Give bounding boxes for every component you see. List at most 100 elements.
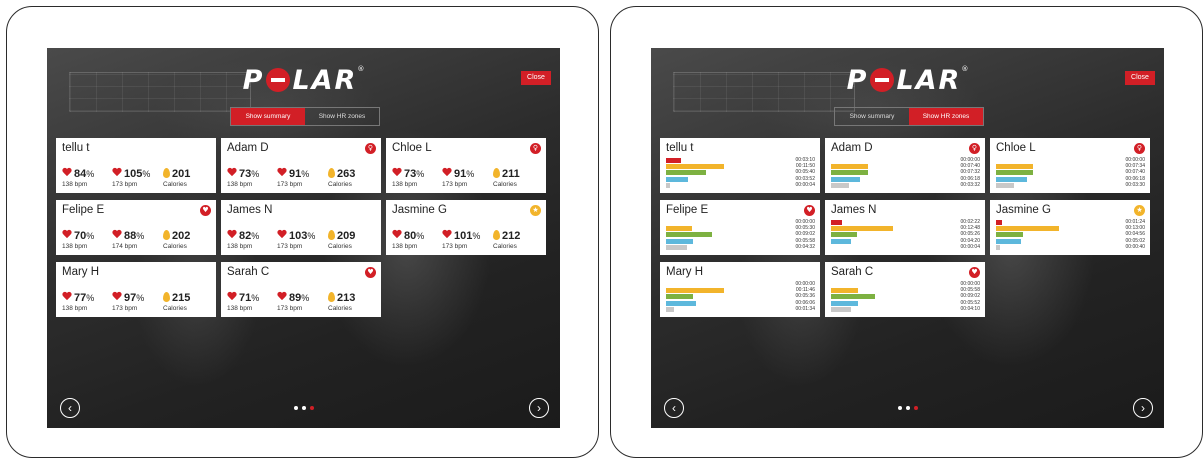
hr-zone-bars [831, 220, 919, 251]
heart-icon [227, 168, 237, 178]
heart-badge-icon: ♥ [804, 205, 815, 216]
percent-sign: % [466, 169, 475, 179]
page-dot[interactable] [293, 406, 298, 410]
hr-max-stat: 91% 173 bpm [277, 168, 309, 188]
heart-icon [62, 168, 72, 178]
zone-time: 00:01:34 [795, 305, 815, 312]
hr-max-stat: 105% 173 bpm [112, 168, 150, 188]
tab-show-summary[interactable]: Show summary [835, 108, 909, 125]
hr-max-value: 103% [277, 230, 315, 242]
hr-zone-bar [666, 300, 696, 306]
close-button[interactable]: Close [1125, 71, 1155, 85]
participant-card[interactable]: Jasmine G ★ 00:01:24 00:13:00 00:04:56 00:05:… [990, 200, 1150, 255]
heart-icon [442, 230, 452, 240]
calories-value: 201 [163, 168, 190, 180]
participant-card[interactable]: Adam D ♀ 73% 138 bpm 91% 173 bpm 263 Calories [221, 138, 381, 193]
hr-zone-bar [666, 232, 712, 238]
hr-max-bpm: 173 bpm [442, 243, 468, 250]
close-button[interactable]: Close [521, 71, 551, 85]
heart-icon [442, 168, 452, 178]
participant-name: Chloe L [996, 142, 1036, 154]
hr-avg-stat: 77% 138 bpm [62, 292, 94, 312]
hr-avg-bpm: 138 bpm [62, 181, 88, 188]
hr-avg-bpm: 138 bpm [62, 305, 88, 312]
heart-icon [112, 168, 122, 178]
hr-zone-times: 00:02:22 00:12:48 00:05:26 00:04:20 00:00:04 [940, 219, 980, 250]
calories-label: Calories [493, 243, 517, 250]
hr-avg-bpm: 138 bpm [227, 305, 253, 312]
hr-zone-bar [666, 226, 693, 232]
heart-badge-icon: ♥ [969, 267, 980, 278]
zone-time: 00:04:10 [960, 305, 980, 312]
percent-sign: % [416, 231, 425, 241]
calories-value: 212 [493, 230, 520, 242]
hr-max-bpm: 173 bpm [112, 181, 138, 188]
hr-zone-bar [996, 244, 1000, 250]
zone-time: 00:00:40 [1125, 243, 1145, 250]
participant-card[interactable]: Sarah C ♥ 00:00:00 00:05:58 00:09:02 00:05:52… [825, 262, 985, 317]
hr-avg-value: 77% [62, 292, 94, 304]
participant-card[interactable]: Felipe E ♥ 70% 138 bpm 88% 174 bpm 202 Calories [56, 200, 216, 255]
hr-zone-bar [666, 294, 694, 300]
hr-zone-bar [831, 232, 857, 238]
heart-icon [112, 230, 122, 240]
tablet-frame: P LAR® Close Show summary Show HR zones t… [6, 6, 599, 458]
polar-logo: P LAR® [242, 65, 365, 96]
hr-max-stat: 89% 173 bpm [277, 292, 309, 312]
participant-name: Felipe E [666, 204, 709, 216]
star-badge-icon: ★ [530, 205, 541, 216]
participant-card[interactable]: James N 82% 138 bpm 103% 173 bpm 209 Calories [221, 200, 381, 255]
calories-stat: 202 Calories [163, 230, 190, 250]
hr-zone-bar [666, 170, 706, 176]
page-dot[interactable] [309, 406, 314, 410]
participant-name: Jasmine G [392, 204, 447, 216]
hr-avg-stat: 82% 138 bpm [227, 230, 259, 250]
participant-card[interactable]: Sarah C ♥ 71% 138 bpm 89% 173 bpm 213 Calories [221, 262, 381, 317]
participant-card[interactable]: Chloe L ♀ 73% 138 bpm 91% 173 bpm 211 Calories [386, 138, 546, 193]
hr-max-bpm: 173 bpm [277, 181, 303, 188]
participant-name: Mary H [62, 266, 100, 278]
participant-card[interactable]: tellu t 00:03:10 00:11:50 00:05:40 00:03:52 0… [660, 138, 820, 193]
hr-max-value: 97% [112, 292, 144, 304]
page-dot[interactable] [897, 406, 902, 410]
participant-name: James N [831, 204, 877, 216]
hr-max-value: 89% [277, 292, 309, 304]
hr-zone-bar [831, 294, 875, 300]
calories-label: Calories [328, 243, 352, 250]
participant-card[interactable]: Adam D ♀ 00:00:00 00:07:40 00:07:32 00:06:18 0… [825, 138, 985, 193]
participant-name: Felipe E [62, 204, 105, 216]
calories-stat: 209 Calories [328, 230, 355, 250]
page-dot[interactable] [913, 406, 918, 410]
tab-show-hr-zones[interactable]: Show HR zones [305, 108, 379, 125]
flame-icon [328, 230, 335, 240]
hr-zone-bar [831, 306, 852, 312]
participant-card[interactable]: tellu t 84% 138 bpm 105% 173 bpm 201 Calories [56, 138, 216, 193]
hr-avg-value: 70% [62, 230, 94, 242]
participant-card[interactable]: Mary H 77% 138 bpm 97% 173 bpm 215 Calories [56, 262, 216, 317]
participant-card[interactable]: Felipe E ♥ 00:00:00 00:05:30 00:09:02 00:05:5… [660, 200, 820, 255]
hr-max-bpm: 174 bpm [112, 243, 138, 250]
heart-badge-icon: ♀ [365, 143, 376, 154]
zone-time: 00:00:04 [795, 181, 815, 188]
participant-card[interactable]: Chloe L ♀ 00:00:00 00:07:34 00:07:40 00:06:18… [990, 138, 1150, 193]
calories-stat: 213 Calories [328, 292, 355, 312]
participant-card[interactable]: James N 00:02:22 00:12:48 00:05:26 00:04:20 0… [825, 200, 985, 255]
hr-max-value: 101% [442, 230, 480, 242]
flame-icon [328, 292, 335, 302]
hr-zone-bar [831, 238, 852, 244]
participant-card[interactable]: Mary H 00:00:00 00:11:46 00:05:36 00:06:06 00… [660, 262, 820, 317]
participant-name: Jasmine G [996, 204, 1051, 216]
page-indicator [47, 397, 560, 415]
hr-zone-bar [666, 306, 674, 312]
percent-sign: % [307, 231, 316, 241]
hr-avg-stat: 70% 138 bpm [62, 230, 94, 250]
hr-max-stat: 97% 173 bpm [112, 292, 144, 312]
heart-icon [392, 168, 402, 178]
page-dot[interactable] [301, 406, 306, 410]
participant-card[interactable]: Jasmine G ★ 80% 138 bpm 101% 173 bpm 212 Calori… [386, 200, 546, 255]
zone-time: 00:03:30 [1125, 181, 1145, 188]
heart-icon [392, 230, 402, 240]
tab-show-summary[interactable]: Show summary [231, 108, 305, 125]
page-dot[interactable] [905, 406, 910, 410]
tab-show-hr-zones[interactable]: Show HR zones [909, 108, 983, 125]
